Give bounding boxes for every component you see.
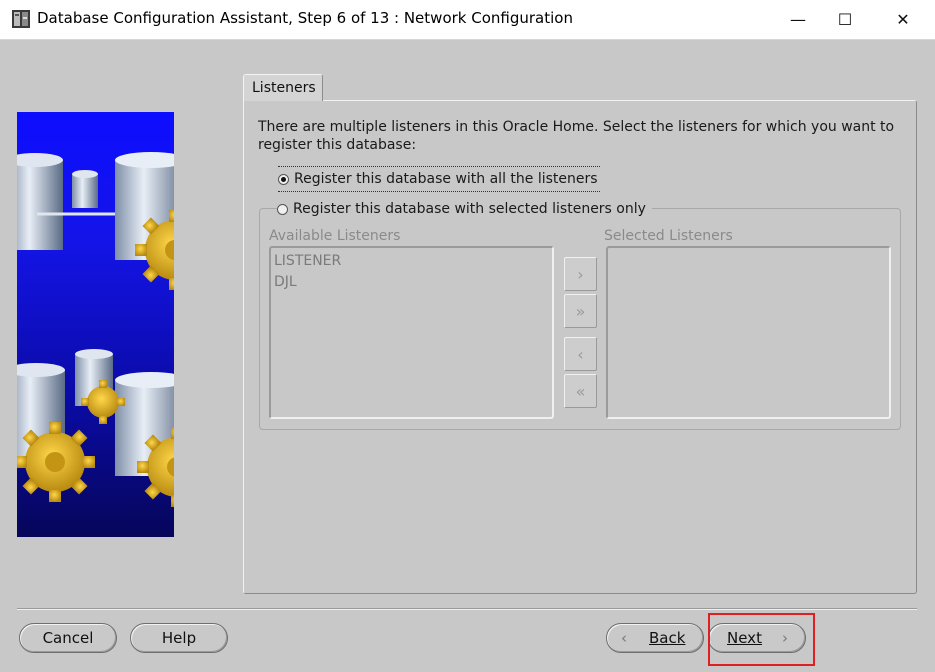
- chevron-left-icon: ‹: [621, 629, 627, 647]
- tab-listeners[interactable]: Listeners: [243, 74, 323, 101]
- radio-register-selected[interactable]: Register this database with selected lis…: [277, 200, 652, 218]
- database-gears-illustration: [17, 152, 174, 507]
- next-button-highlight: [708, 613, 815, 666]
- radio-icon-checked: [278, 173, 289, 185]
- back-button[interactable]: ‹ Back: [606, 623, 704, 653]
- selected-listeners-list[interactable]: [606, 246, 891, 419]
- title-bar: Database Configuration Assistant, Step 6…: [0, 0, 935, 40]
- list-item[interactable]: LISTENER: [271, 251, 552, 272]
- radio-icon-unchecked: [277, 203, 288, 215]
- list-item[interactable]: DJL: [271, 272, 552, 293]
- help-button-label: Help: [161, 629, 197, 647]
- wizard-banner-image: [17, 112, 174, 537]
- close-icon: ✕: [896, 10, 910, 29]
- maximize-icon: ☐: [837, 10, 853, 29]
- app-icon: [12, 10, 30, 28]
- radio-register-selected-label: Register this database with selected lis…: [293, 201, 646, 217]
- add-listener-button[interactable]: ›: [564, 257, 597, 291]
- radio-register-all[interactable]: Register this database with all the list…: [278, 166, 600, 192]
- intro-text: There are multiple listeners in this Ora…: [258, 119, 895, 153]
- remove-listener-button[interactable]: ‹: [564, 337, 597, 371]
- footer-divider: [17, 608, 917, 610]
- radio-register-all-label: Register this database with all the list…: [294, 171, 598, 187]
- remove-all-listeners-button[interactable]: «: [564, 374, 597, 408]
- chevron-right-icon: ›: [577, 264, 584, 284]
- back-button-label: Back: [649, 629, 686, 647]
- double-chevron-left-icon: «: [575, 381, 586, 401]
- chevron-left-icon: ‹: [577, 344, 584, 364]
- cancel-button[interactable]: Cancel: [19, 623, 117, 653]
- add-all-listeners-button[interactable]: »: [564, 294, 597, 328]
- maximize-button[interactable]: ☐: [822, 0, 868, 39]
- cancel-button-label: Cancel: [42, 629, 94, 647]
- close-button[interactable]: ✕: [880, 0, 926, 39]
- selected-listeners-label: Selected Listeners: [604, 228, 733, 244]
- window-title: Database Configuration Assistant, Step 6…: [37, 9, 573, 27]
- help-button[interactable]: Help: [130, 623, 228, 653]
- available-listeners-label: Available Listeners: [269, 228, 401, 244]
- double-chevron-right-icon: »: [575, 301, 586, 321]
- available-listeners-list[interactable]: LISTENER DJL: [269, 246, 554, 419]
- minimize-icon: —: [790, 10, 806, 29]
- minimize-button[interactable]: —: [775, 0, 821, 39]
